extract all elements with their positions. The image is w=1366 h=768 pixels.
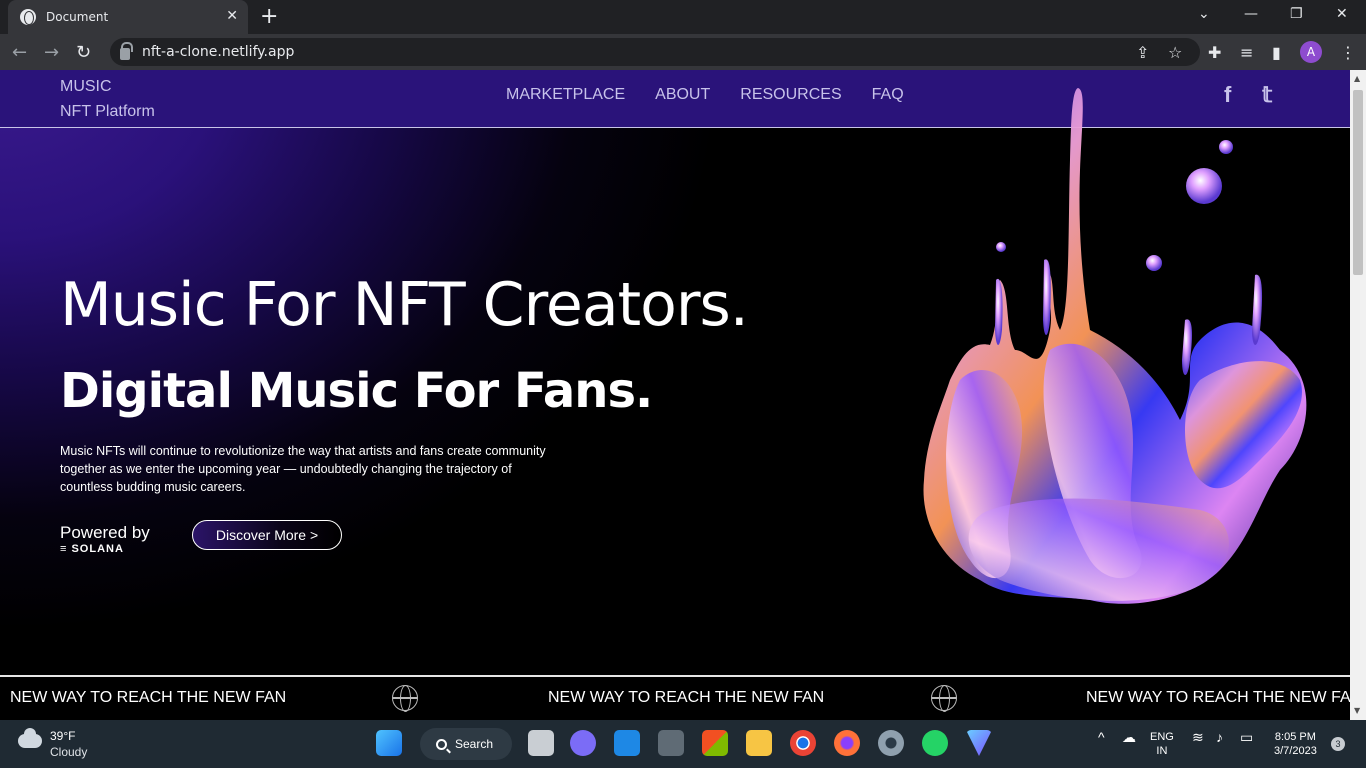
battery-icon[interactable]: ▭ — [1240, 730, 1253, 744]
microsoft-store-icon[interactable] — [702, 730, 728, 756]
globe-icon — [20, 9, 36, 25]
cloud-weather-icon[interactable] — [18, 728, 42, 748]
scrollbar-thumb[interactable] — [1353, 90, 1363, 275]
globe-icon — [931, 685, 957, 712]
menu-kebab-icon[interactable]: ⋮ — [1340, 43, 1356, 62]
nav-faq[interactable]: FAQ — [872, 86, 904, 104]
extensions-icon[interactable]: ✚ — [1208, 43, 1221, 62]
search-icon — [436, 738, 447, 750]
firefox-icon[interactable] — [834, 730, 860, 756]
task-view-icon[interactable] — [528, 730, 554, 756]
hero-title: Music For NFT Creators. — [60, 270, 749, 340]
site-logo[interactable]: MUSIC NFT Platform — [60, 74, 155, 124]
media-control-icon[interactable]: ≡ — [1240, 43, 1253, 62]
hero-subtitle: Digital Music For Fans. — [60, 363, 653, 419]
scroll-up-icon[interactable]: ▲ — [1354, 74, 1360, 83]
new-tab-button[interactable]: + — [260, 4, 278, 29]
notification-badge[interactable]: 3 — [1331, 737, 1345, 751]
search-label: Search — [455, 737, 494, 751]
weather-temperature[interactable]: 39°F — [50, 729, 75, 743]
url-text: nft-a-clone.netlify.app — [142, 44, 295, 60]
solana-logo: ≡ SOLANA — [60, 543, 124, 555]
scroll-down-icon[interactable]: ▼ — [1354, 706, 1360, 715]
reload-icon[interactable]: ↻ — [76, 42, 91, 63]
browser-tab-bar: Document ✕ + ⌄ — ❐ ✕ — [0, 0, 1366, 34]
ticker-text: NEW WAY TO REACH THE NEW FAN — [1086, 689, 1350, 706]
close-window-icon[interactable]: ✕ — [1336, 6, 1348, 22]
browser-toolbar: ← → ↻ nft-a-clone.netlify.app ⇪ ☆ ✚ ≡ ▮ … — [0, 34, 1366, 70]
clock-time: 8:05 PM — [1274, 731, 1316, 743]
side-panel-icon[interactable]: ▮ — [1272, 43, 1281, 62]
tab-search-icon[interactable]: ⌄ — [1198, 6, 1210, 22]
restore-icon[interactable]: ❐ — [1290, 6, 1303, 22]
nav-marketplace[interactable]: MARKETPLACE — [506, 86, 625, 104]
main-nav: MARKETPLACE ABOUT RESOURCES FAQ — [506, 86, 904, 104]
forward-icon[interactable]: → — [44, 42, 59, 63]
web-page: MUSIC NFT Platform MARKETPLACE ABOUT RES… — [0, 70, 1350, 720]
onedrive-cloud-icon[interactable]: ☁ — [1122, 730, 1136, 744]
teams-chat-icon[interactable] — [570, 730, 596, 756]
browser-tab[interactable]: Document ✕ — [8, 0, 248, 34]
nav-about[interactable]: ABOUT — [655, 86, 710, 104]
wifi-icon[interactable]: ≋ — [1192, 730, 1204, 744]
clock-date: 3/7/2023 — [1274, 745, 1317, 757]
windows-start-icon[interactable] — [376, 730, 402, 756]
marquee-ticker: NEW WAY TO REACH THE NEW FAN NEW WAY TO … — [0, 675, 1350, 720]
back-icon[interactable]: ← — [12, 42, 27, 63]
clock[interactable]: 8:05 PM 3/7/2023 — [1274, 730, 1317, 758]
minimize-icon[interactable]: — — [1244, 6, 1258, 22]
volume-icon[interactable]: ♪ — [1216, 730, 1223, 744]
ticker-text: NEW WAY TO REACH THE NEW FAN — [548, 689, 825, 706]
logo-line-1: MUSIC — [60, 78, 112, 95]
hero-description: Music NFTs will continue to revolutioniz… — [60, 444, 546, 494]
liquid-chrome-art — [923, 88, 1307, 604]
mail-icon[interactable] — [614, 730, 640, 756]
language-indicator[interactable]: ENG IN — [1150, 730, 1174, 758]
taskbar-search[interactable]: Search — [420, 728, 512, 760]
weather-condition[interactable]: Cloudy — [50, 745, 87, 759]
calculator-icon[interactable] — [658, 730, 684, 756]
windows-taskbar: 39°F Cloudy Search ^ ☁ ENG IN ≋ ♪ ▭ 8:05… — [0, 720, 1366, 768]
language-code: ENG — [1150, 731, 1174, 743]
address-bar[interactable]: nft-a-clone.netlify.app — [110, 38, 1200, 66]
ticker-text: NEW WAY TO REACH THE NEW FAN — [10, 689, 287, 706]
discover-more-button[interactable]: Discover More > — [192, 520, 342, 550]
vpn-app-icon[interactable] — [966, 730, 992, 756]
file-explorer-icon[interactable] — [746, 730, 772, 756]
page-scrollbar[interactable]: ▲ ▼ — [1350, 70, 1366, 720]
profile-avatar[interactable]: A — [1300, 41, 1322, 63]
chevron-up-icon[interactable]: ^ — [1098, 730, 1105, 744]
region-code: IN — [1156, 745, 1168, 757]
globe-icon — [392, 685, 418, 712]
tab-title: Document — [46, 10, 109, 24]
powered-by-label: Powered by — [60, 523, 150, 542]
chrome-icon[interactable] — [790, 730, 816, 756]
bookmark-star-icon[interactable]: ☆ — [1168, 43, 1182, 62]
settings-gear-icon[interactable] — [878, 730, 904, 756]
lock-icon[interactable] — [120, 42, 133, 60]
nav-resources[interactable]: RESOURCES — [740, 86, 841, 104]
close-tab-icon[interactable]: ✕ — [226, 8, 238, 24]
logo-line-2: NFT Platform — [60, 103, 155, 120]
share-icon[interactable]: ⇪ — [1136, 43, 1149, 62]
whatsapp-icon[interactable] — [922, 730, 948, 756]
